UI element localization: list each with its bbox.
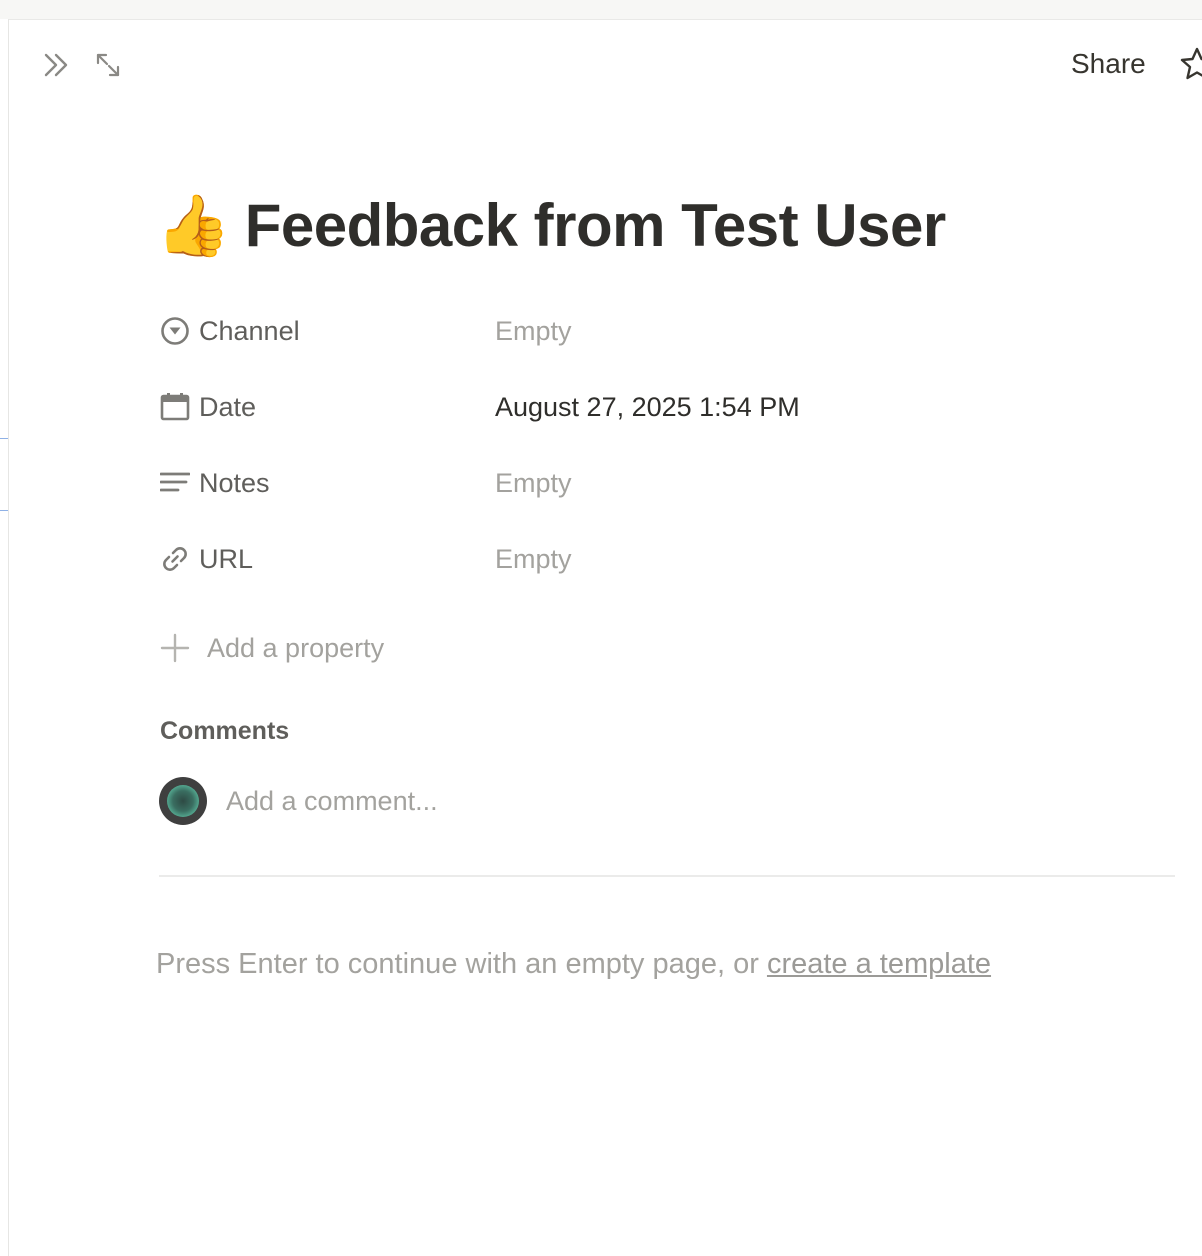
property-value-channel[interactable]: Empty [495,316,572,347]
share-button[interactable]: Share [1067,45,1150,83]
property-name-channel[interactable]: Channel [159,315,495,347]
section-divider [159,875,1175,877]
property-label: Channel [199,315,300,346]
empty-page-hint-text: Press Enter to continue with an empty pa… [156,948,767,980]
property-value-notes[interactable]: Empty [495,468,572,499]
comment-input[interactable] [224,784,928,818]
favorite-star-icon[interactable] [1179,46,1202,87]
property-value-date[interactable]: August 27, 2025 1:54 PM [495,392,800,423]
property-row-date: Date August 27, 2025 1:54 PM [159,382,1159,432]
comments-heading: Comments [160,717,290,745]
thumbs-up-icon[interactable]: 👍 [156,188,231,264]
page-title-row: 👍 Feedback from Test User [156,188,946,264]
left-gutter [0,19,9,1256]
add-property-button[interactable]: Add a property [159,628,384,668]
close-peek-chevrons-icon[interactable] [37,48,75,82]
select-circle-icon [159,315,191,347]
property-value-url[interactable]: Empty [495,544,572,575]
add-property-label: Add a property [207,632,385,663]
calendar-icon [159,391,191,423]
empty-page-hint: Press Enter to continue with an empty pa… [156,948,991,981]
property-row-notes: Notes Empty [159,458,1159,508]
property-label: Date [199,391,257,422]
plus-icon [159,632,191,664]
gutter-marker-line [0,510,8,511]
text-lines-icon [159,467,191,499]
property-name-url[interactable]: URL [159,543,495,575]
property-label: Notes [199,467,270,498]
property-name-date[interactable]: Date [159,391,495,423]
property-name-notes[interactable]: Notes [159,467,495,499]
create-template-link[interactable]: create a template [767,948,991,980]
avatar-image [167,785,199,817]
link-icon [159,543,191,575]
expand-full-page-icon[interactable] [93,50,123,80]
gutter-marker-line [0,438,8,439]
side-peek-panel: Share 👍 Feedback from Test User Channel … [9,20,1202,1256]
window-top-strip [0,0,1202,20]
property-label: URL [199,543,254,574]
property-row-url: URL Empty [159,534,1159,584]
comment-composer [159,777,928,825]
avatar [159,777,207,825]
property-row-channel: Channel Empty [159,306,1159,356]
page-title[interactable]: Feedback from Test User [245,188,946,264]
